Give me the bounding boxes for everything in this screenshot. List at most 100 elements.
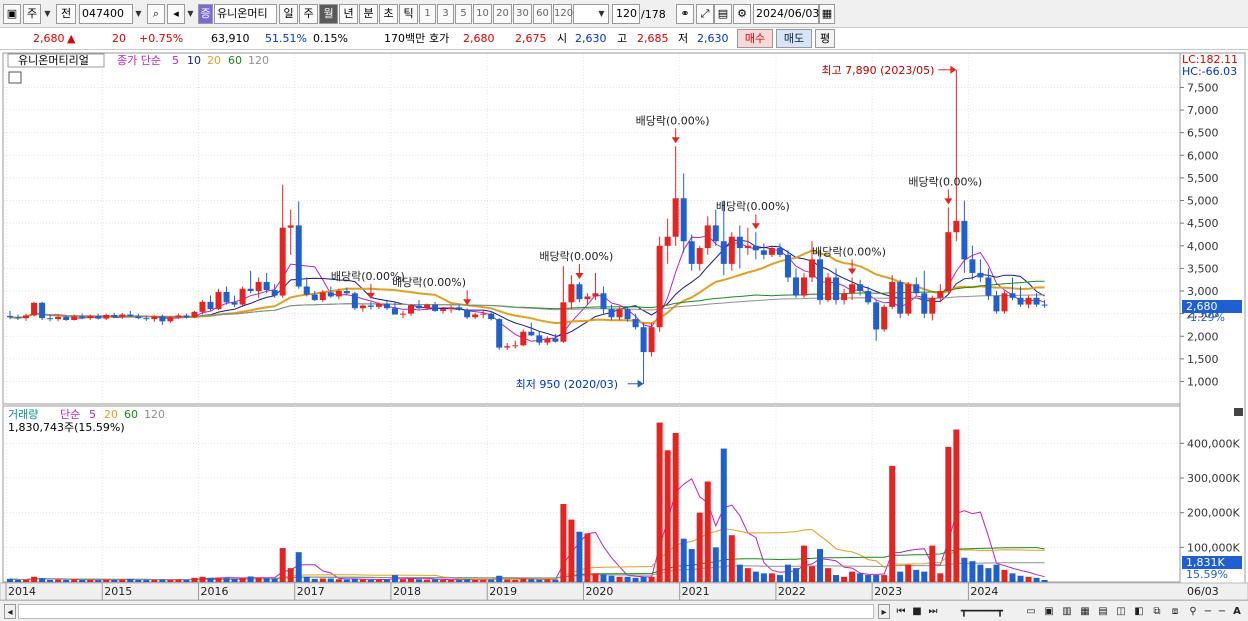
candle-body — [183, 315, 190, 318]
font-size-icon[interactable]: A — [1230, 604, 1244, 619]
volume-bar — [287, 568, 294, 582]
volume-bar — [744, 568, 751, 582]
stock-code-input[interactable]: 047400 — [79, 4, 133, 24]
candle-body — [31, 302, 38, 316]
volume-bar — [640, 576, 647, 582]
search-icon[interactable]: ⌕ — [147, 4, 165, 24]
buy-button[interactable]: 매수 — [737, 29, 773, 48]
volume-bar — [448, 579, 455, 582]
candle-body — [263, 281, 270, 291]
draw-icon[interactable]: ⤢ — [696, 4, 714, 24]
current-pct: -1.29% — [1186, 311, 1225, 324]
interval-1-button[interactable]: 1 — [419, 4, 436, 24]
volume-bar — [544, 579, 551, 582]
dividend-label: 배당락(0.00%) — [539, 250, 613, 263]
layout-icon-5[interactable]: ▤ — [1096, 604, 1110, 619]
volume-bar — [215, 577, 222, 582]
candle-body — [367, 305, 374, 307]
price-axis-label: 2,000 — [1187, 330, 1219, 343]
layout-icon-8[interactable]: ⧉ — [1150, 604, 1164, 619]
speaker-icon[interactable]: ◂ — [167, 4, 185, 24]
interval-dropdown-icon[interactable]: ▼ — [596, 4, 607, 24]
period-year-button[interactable]: 년 — [339, 4, 358, 24]
avg-button[interactable]: 평 — [815, 29, 835, 48]
stock-chart[interactable]: 배당락(0.00%) 배당락(0.00%) 배당락(0.00%) 배당락(0.00%)… — [0, 50, 1248, 600]
volume-bar — [271, 578, 278, 582]
candle-body — [383, 303, 390, 309]
volume-bar — [1001, 569, 1008, 582]
horizontal-scrollbar[interactable] — [18, 604, 874, 619]
layout-icon-3[interactable]: ▥ — [1060, 604, 1074, 619]
count-input[interactable]: 120 — [612, 4, 640, 24]
candle-body — [239, 288, 246, 305]
period-dropdown-icon[interactable]: ▼ — [42, 4, 53, 24]
volume-bar — [239, 577, 246, 582]
sell-button[interactable]: 매도 — [776, 29, 812, 48]
calendar-icon[interactable]: ▦ — [819, 4, 835, 24]
layout-icon-6[interactable]: ◫ — [1114, 604, 1128, 619]
candle-body — [1041, 304, 1048, 306]
rewind-icon[interactable]: ⏮ — [894, 604, 908, 619]
panel-grid-icon[interactable] — [8, 71, 22, 84]
volume-bar — [295, 552, 302, 582]
candle-body — [576, 284, 583, 300]
volume-bar — [680, 538, 687, 582]
price-axis-label: 4,000 — [1187, 240, 1219, 253]
volume-bar — [79, 579, 86, 582]
volume-bar — [648, 576, 655, 582]
candle-body — [223, 291, 230, 303]
vol-ma20-label: 20 — [104, 408, 118, 421]
layout-icon-2[interactable]: ▣ — [1042, 604, 1056, 619]
layout-icon-4[interactable]: ▦ — [1078, 604, 1092, 619]
candle-body — [23, 315, 30, 319]
save-icon[interactable]: ▤ — [714, 4, 732, 24]
scroll-right-icon[interactable]: ▸ — [878, 604, 890, 619]
layout-icon-1[interactable]: ▭ — [1024, 604, 1038, 619]
candle-body — [849, 284, 856, 294]
zoom-out-icon[interactable]: − — [1202, 604, 1214, 619]
zoom-icon[interactable]: ⚲ — [1186, 604, 1200, 619]
candle-body — [544, 338, 551, 343]
period-second-button[interactable]: 초 — [379, 4, 398, 24]
dividend-label: 배당락(0.00%) — [908, 175, 982, 188]
interval-20-button[interactable]: 20 — [493, 4, 512, 24]
last-date-label: 06/03 — [1187, 585, 1219, 598]
period-select[interactable]: 주 — [23, 4, 41, 24]
zoom-slider[interactable]: ┳━━━━━┳ — [946, 604, 1018, 619]
interval-30-button[interactable]: 30 — [513, 4, 532, 24]
zoom-in-icon[interactable]: − — [1216, 604, 1228, 619]
volume-bar — [383, 579, 390, 582]
jeon-button[interactable]: 전 — [56, 4, 76, 24]
volume-bar — [175, 579, 182, 582]
stop-icon[interactable]: ■ — [910, 604, 924, 619]
period-day-button[interactable]: 일 — [279, 4, 298, 24]
interval-5-button[interactable]: 5 — [455, 4, 472, 24]
period-tick-button[interactable]: 틱 — [399, 4, 418, 24]
candle-body — [271, 290, 278, 296]
panel-stock-name: 유니온머티리얼 — [18, 53, 89, 67]
layout-icon-7[interactable]: ◧ — [1132, 604, 1146, 619]
gear-icon[interactable]: ⚙ — [733, 4, 751, 24]
period-week-button[interactable]: 주 — [299, 4, 318, 24]
forward-icon[interactable]: ⏭ — [926, 604, 940, 619]
interval-60-button[interactable]: 60 — [533, 4, 552, 24]
window-menu-icon[interactable]: ▣ — [3, 4, 21, 24]
interval-3-button[interactable]: 3 — [437, 4, 454, 24]
candle-body — [624, 309, 631, 320]
panel-close-icon[interactable] — [1234, 408, 1243, 416]
layout-icon-9[interactable]: ⧈ — [1168, 604, 1182, 619]
scroll-left-icon[interactable]: ◂ — [4, 604, 16, 619]
interval-10-button[interactable]: 10 — [473, 4, 492, 24]
candle-body — [921, 293, 928, 314]
volume-title: 거래량 — [8, 408, 38, 421]
candle-body — [7, 315, 13, 318]
interval-120-button[interactable]: 120 — [553, 4, 573, 24]
date-input[interactable]: 2024/06/03 — [753, 4, 819, 24]
speaker-dropdown-icon[interactable]: ▼ — [185, 4, 196, 24]
code-dropdown-icon[interactable]: ▼ — [133, 4, 144, 24]
volume-bar — [608, 575, 615, 582]
link-icon[interactable]: ⚭ — [676, 4, 694, 24]
period-minute-button[interactable]: 분 — [359, 4, 378, 24]
candle-body — [359, 305, 366, 309]
period-month-button[interactable]: 월 — [319, 4, 338, 24]
